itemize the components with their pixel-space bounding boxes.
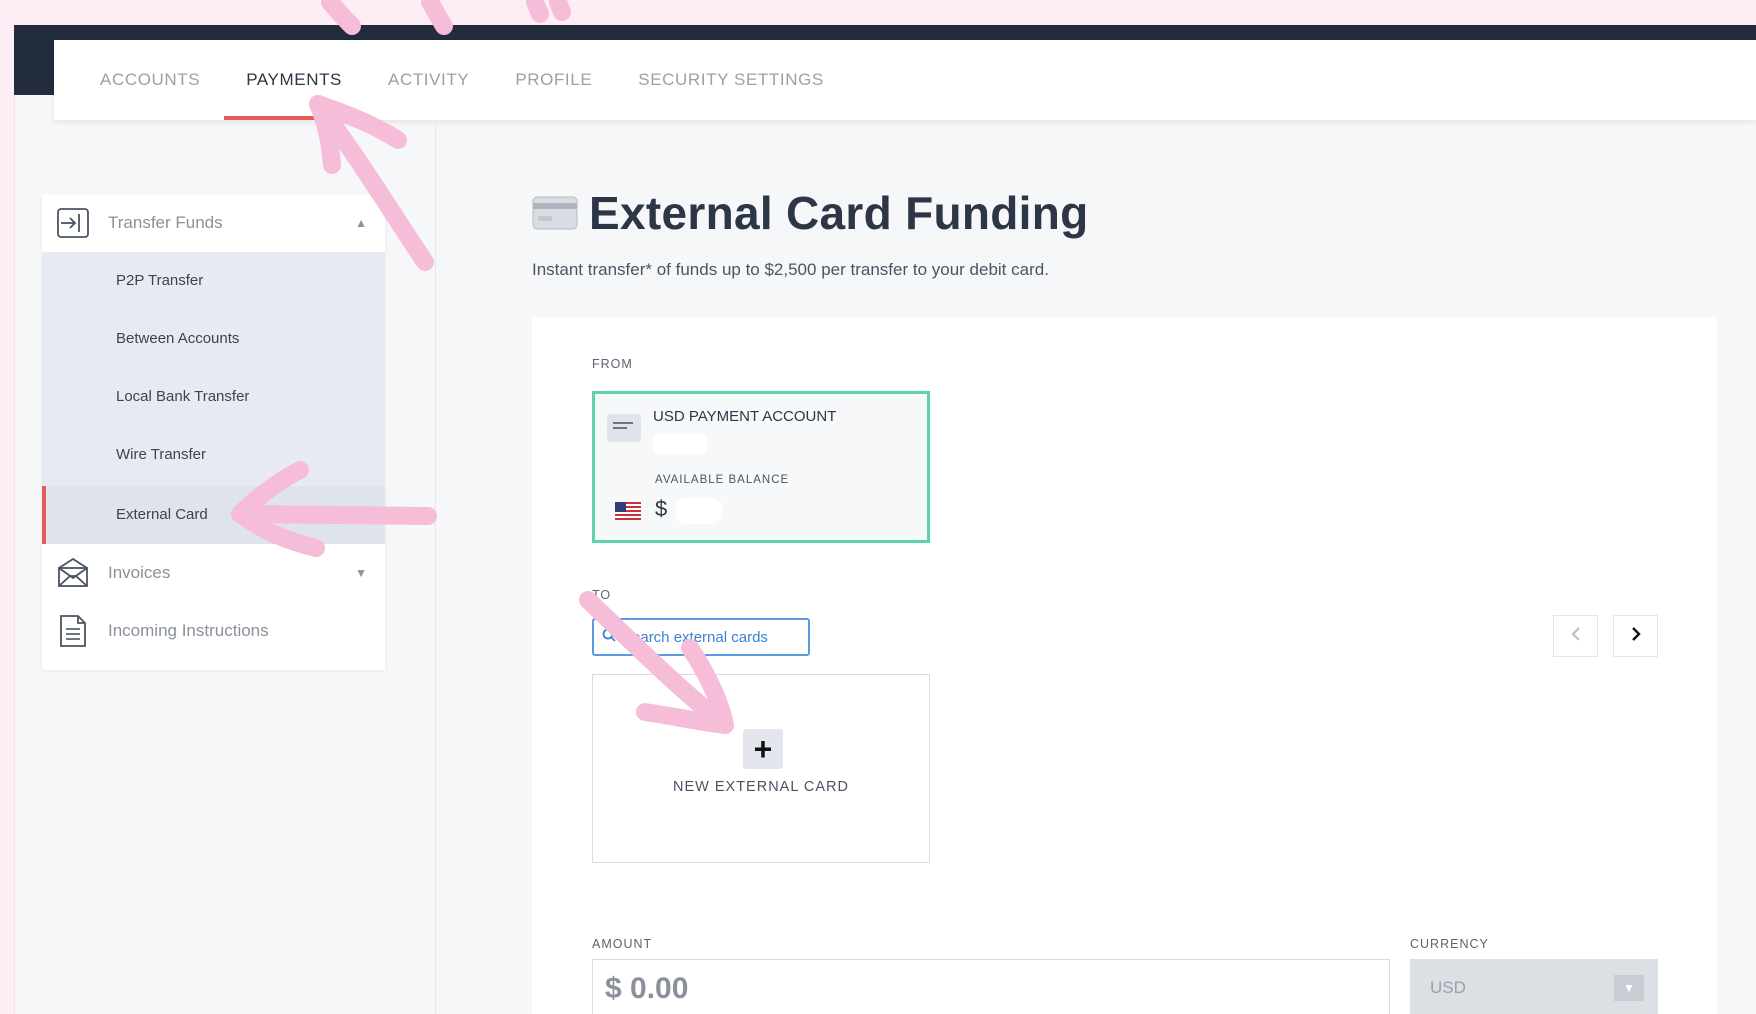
page-title: External Card Funding bbox=[589, 187, 1089, 239]
us-flag-icon bbox=[615, 502, 641, 520]
sidebar-item-incoming-instructions[interactable]: Incoming Instructions bbox=[42, 602, 385, 660]
chevron-down-icon: ▼ bbox=[1614, 975, 1644, 1001]
tab-accounts[interactable]: ACCOUNTS bbox=[100, 40, 200, 120]
sidebar-item-label: Transfer Funds bbox=[108, 213, 223, 232]
account-name: USD PAYMENT ACCOUNT bbox=[653, 408, 837, 425]
sidebar-item-label: Incoming Instructions bbox=[108, 621, 269, 640]
tab-activity[interactable]: ACTIVITY bbox=[388, 40, 469, 120]
top-scribble bbox=[321, 0, 571, 35]
chevron-down-icon[interactable]: ▼ bbox=[355, 566, 367, 580]
search-placeholder: Search external cards bbox=[622, 628, 768, 646]
to-label: TO bbox=[592, 588, 612, 602]
tab-profile[interactable]: PROFILE bbox=[515, 40, 592, 120]
currency-value: USD bbox=[1430, 978, 1466, 997]
top-navigation: ACCOUNTS PAYMENTS ACTIVITY PROFILE SECUR… bbox=[54, 40, 1756, 120]
sidebar-item-wire-transfer[interactable]: Wire Transfer bbox=[42, 426, 385, 484]
sidebar-item-local-bank-transfer[interactable]: Local Bank Transfer bbox=[42, 368, 385, 426]
sidebar-divider bbox=[435, 120, 436, 1014]
sidebar-item-between-accounts[interactable]: Between Accounts bbox=[42, 310, 385, 368]
document-icon bbox=[56, 614, 90, 648]
new-card-label: NEW EXTERNAL CARD bbox=[673, 779, 849, 795]
sidebar-item-label: Invoices bbox=[108, 563, 171, 582]
tab-security-settings[interactable]: SECURITY SETTINGS bbox=[638, 40, 824, 120]
balance-currency-symbol: $ bbox=[655, 496, 668, 521]
amount-input[interactable]: $ 0.00 bbox=[592, 959, 1390, 1014]
currency-select[interactable]: USD ▼ bbox=[1410, 959, 1658, 1014]
account-icon bbox=[607, 414, 641, 442]
sidebar: Transfer Funds ▲ P2P Transfer Between Ac… bbox=[42, 194, 385, 670]
sidebar-item-transfer-funds[interactable]: Transfer Funds ▲ bbox=[42, 194, 385, 252]
page-subtitle: Instant transfer* of funds up to $2,500 … bbox=[532, 260, 1049, 279]
previous-button[interactable] bbox=[1553, 615, 1598, 657]
plus-icon: + bbox=[743, 729, 783, 769]
from-label: FROM bbox=[592, 357, 633, 371]
next-button[interactable] bbox=[1613, 615, 1658, 657]
transfer-icon bbox=[56, 206, 90, 240]
balance-redacted bbox=[675, 498, 723, 524]
currency-label: CURRENCY bbox=[1410, 937, 1489, 951]
balance-label: AVAILABLE BALANCE bbox=[655, 474, 790, 486]
account-number-redacted bbox=[653, 434, 707, 454]
search-icon bbox=[602, 628, 616, 646]
amount-label: AMOUNT bbox=[592, 937, 653, 951]
envelope-icon bbox=[56, 556, 90, 590]
card-icon bbox=[532, 196, 578, 235]
sidebar-item-p2p-transfer[interactable]: P2P Transfer bbox=[42, 252, 385, 310]
chevron-up-icon[interactable]: ▲ bbox=[355, 216, 367, 230]
sidebar-item-external-card[interactable]: External Card bbox=[42, 486, 385, 544]
new-external-card-button[interactable]: + NEW EXTERNAL CARD bbox=[592, 674, 930, 863]
chevron-left-icon bbox=[1571, 626, 1581, 646]
chevron-right-icon bbox=[1631, 626, 1641, 646]
sidebar-item-invoices[interactable]: Invoices ▼ bbox=[42, 544, 385, 602]
search-external-cards-input[interactable]: Search external cards bbox=[592, 618, 810, 656]
from-account-card[interactable]: USD PAYMENT ACCOUNT AVAILABLE BALANCE $ bbox=[592, 391, 930, 543]
tab-payments[interactable]: PAYMENTS bbox=[224, 40, 364, 120]
transfer-funds-submenu: P2P Transfer Between Accounts Local Bank… bbox=[42, 252, 385, 544]
